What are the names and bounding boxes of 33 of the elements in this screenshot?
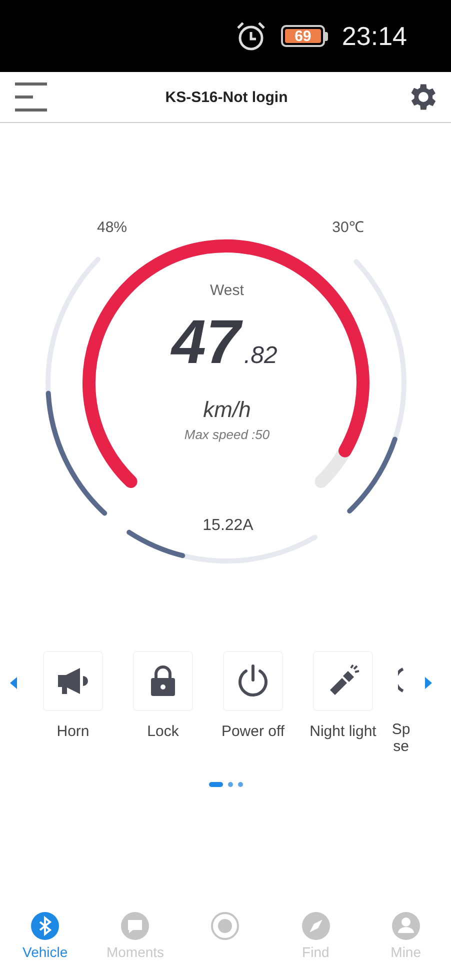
control-button[interactable]: Sp se bbox=[388, 651, 414, 755]
control-button[interactable]: Lock bbox=[118, 651, 208, 740]
nav-tab[interactable]: Vehicle bbox=[5, 911, 86, 960]
profile-icon bbox=[390, 911, 421, 941]
page-indicator[interactable] bbox=[208, 782, 222, 786]
chat-icon bbox=[120, 911, 150, 941]
direction-label: West bbox=[210, 282, 244, 299]
current-reading: 15.22A bbox=[202, 517, 253, 534]
alarm-icon bbox=[234, 20, 267, 52]
battery-level: 69 bbox=[284, 29, 321, 43]
left-arrow-icon bbox=[10, 677, 18, 689]
max-speed-label: Max speed :50 bbox=[184, 427, 270, 442]
bluetooth-icon bbox=[30, 911, 60, 941]
power-icon bbox=[236, 664, 270, 698]
control-button[interactable]: Power off bbox=[208, 651, 298, 740]
temperature-reading: 30℃ bbox=[332, 219, 364, 236]
control-button[interactable]: Night light bbox=[298, 651, 388, 740]
page-title: KS-S16-Not login bbox=[165, 88, 288, 106]
page-indicator[interactable] bbox=[238, 782, 242, 786]
battery-reading: 48% bbox=[96, 219, 127, 236]
page-indicator[interactable] bbox=[228, 782, 232, 786]
compass-icon bbox=[300, 911, 331, 941]
partial-icon bbox=[398, 667, 404, 693]
clock-time: 23:14 bbox=[342, 20, 407, 52]
right-arrow-icon bbox=[424, 677, 432, 689]
control-button[interactable]: Horn bbox=[28, 651, 118, 740]
megaphone-icon bbox=[56, 666, 90, 696]
lock-icon bbox=[150, 665, 176, 697]
menu-icon bbox=[14, 81, 48, 113]
speed-unit: km/h bbox=[202, 397, 250, 422]
record-icon bbox=[210, 911, 240, 941]
menu-button[interactable] bbox=[14, 81, 48, 113]
speed-decimal: .82 bbox=[244, 342, 277, 369]
